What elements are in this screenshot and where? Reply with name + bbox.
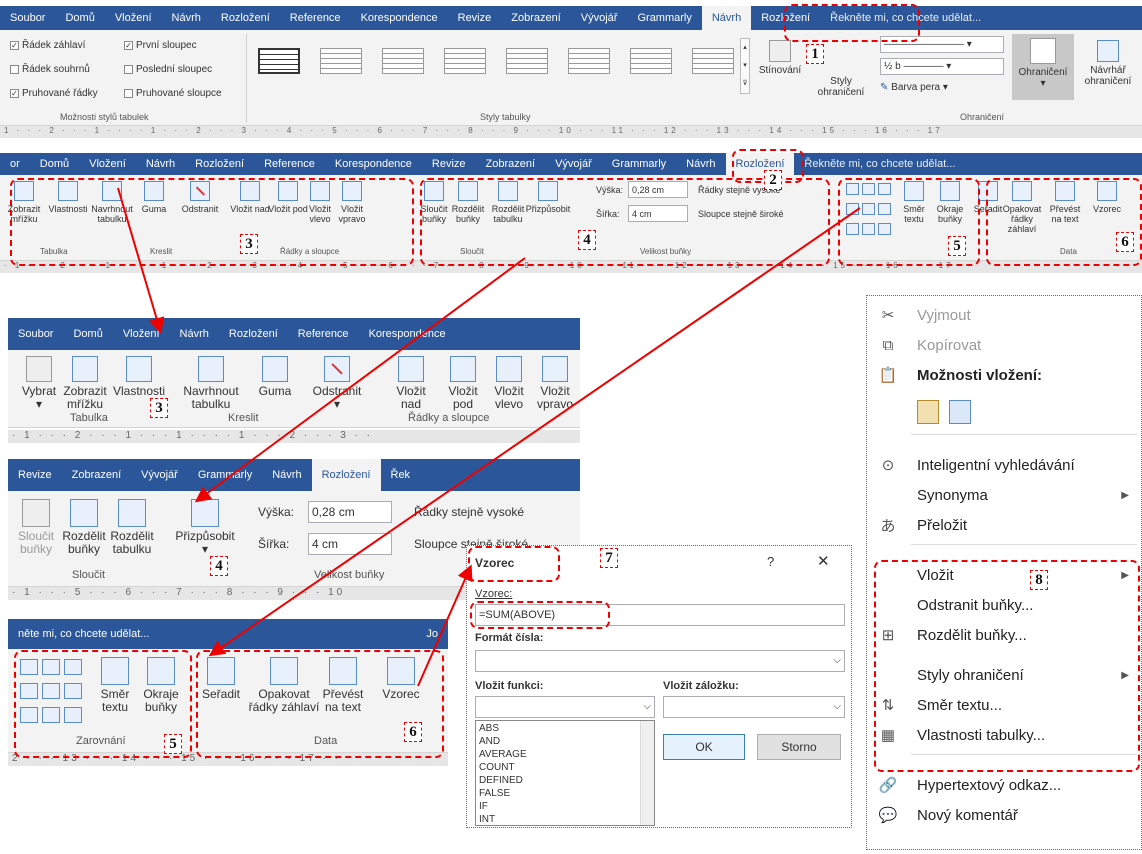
arrow-5	[208, 207, 861, 657]
arrow-3	[117, 187, 165, 334]
arrow-4	[194, 257, 526, 503]
annotation-arrows	[117, 187, 861, 687]
arrow-7	[417, 564, 473, 687]
